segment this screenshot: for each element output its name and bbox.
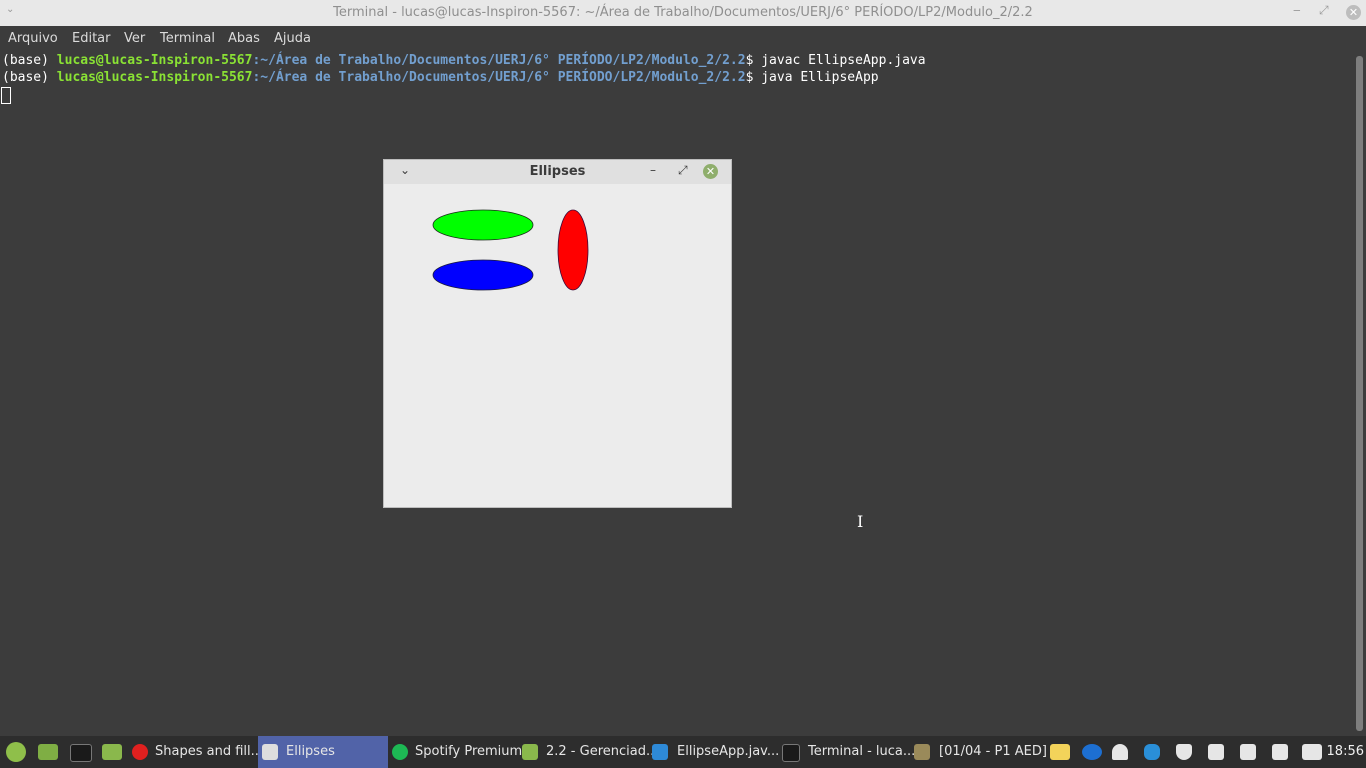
updates-icon[interactable] [1208, 744, 1224, 760]
taskbar-item-label: [01/04 - P1 AED] [939, 744, 1047, 759]
taskbar-item-terminal[interactable]: Terminal - luca... [778, 736, 915, 768]
notifications-icon[interactable] [1112, 744, 1128, 760]
blue-ellipse [432, 259, 534, 291]
taskbar-item-ellipses[interactable]: Ellipses [258, 736, 388, 768]
prompt-path: :~/Área de Trabalho/Documentos/UERJ/6° P… [252, 70, 746, 85]
terminal-line: (base) lucas@lucas-Inspiron-5567:~/Área … [2, 69, 879, 86]
menu-ajuda[interactable]: Ajuda [274, 26, 311, 52]
taskbar-item-folder[interactable]: 2.2 - Gerenciad... [518, 736, 658, 768]
conda-env: (base) [2, 53, 57, 68]
menu-ver[interactable]: Ver [124, 26, 145, 52]
files-launcher-icon[interactable] [102, 744, 122, 760]
minimize-button[interactable]: – [650, 163, 656, 177]
terminal-titlebar: ⌄ Terminal - lucas@lucas-Inspiron-5567: … [0, 0, 1366, 26]
window-title: Terminal - lucas@lucas-Inspiron-5567: ~/… [333, 5, 1033, 20]
taskbar-item-label: Terminal - luca... [808, 744, 916, 759]
shield-icon[interactable] [1176, 744, 1192, 760]
terminal-launcher-icon[interactable] [70, 744, 92, 762]
menu-icon[interactable] [6, 742, 26, 762]
menubar: Arquivo Editar Ver Terminal Abas Ajuda [0, 26, 1366, 52]
menu-terminal[interactable]: Terminal [160, 26, 215, 52]
terminal-scrollbar[interactable] [1356, 56, 1363, 731]
red-ellipse [557, 209, 589, 291]
vscode-icon [652, 744, 668, 760]
conda-env: (base) [2, 70, 57, 85]
taskbar-item-label: 2.2 - Gerenciad... [546, 744, 659, 759]
command-text: java EllipseApp [761, 70, 879, 85]
taskbar-item-label: Spotify Premium [415, 744, 523, 759]
terminal-icon [782, 744, 800, 762]
menu-editar[interactable]: Editar [72, 26, 111, 52]
taskbar: Shapes and fill... Ellipses Spotify Prem… [0, 736, 1366, 768]
text-cursor [1, 87, 11, 104]
java-icon [262, 744, 278, 760]
mouse-cursor: I [857, 512, 864, 531]
volume-icon[interactable] [1302, 744, 1322, 760]
show-desktop-icon[interactable] [38, 744, 58, 760]
clipboard-icon[interactable] [1272, 744, 1288, 760]
taskbar-item-document[interactable]: [01/04 - P1 AED] [908, 736, 1047, 768]
command-text: javac EllipseApp.java [761, 53, 926, 68]
maximize-button[interactable]: ⤢ [678, 163, 688, 178]
spotify-icon [392, 744, 408, 760]
close-button[interactable]: ✕ [1346, 5, 1361, 20]
prompt-path: :~/Área de Trabalho/Documentos/UERJ/6° P… [252, 53, 746, 68]
menu-arquivo[interactable]: Arquivo [8, 26, 58, 52]
clock[interactable]: 18:56 [1327, 736, 1364, 768]
bluetooth-icon[interactable] [1144, 744, 1160, 760]
prompt-user: lucas@lucas-Inspiron-5567 [56, 70, 253, 85]
prompt-symbol: $ [745, 70, 762, 85]
taskbar-item-label: Ellipses [286, 744, 335, 759]
terminal-line: (base) lucas@lucas-Inspiron-5567:~/Área … [2, 52, 926, 69]
taskbar-item-label: Shapes and fill... [155, 744, 264, 759]
menu-abas[interactable]: Abas [228, 26, 260, 52]
minimize-button[interactable]: ‒ [1293, 3, 1301, 17]
drawing-canvas [432, 209, 589, 291]
taskbar-item-spotify[interactable]: Spotify Premium [388, 736, 522, 768]
notes-icon[interactable] [1050, 744, 1070, 760]
ellipses-titlebar[interactable]: ⌄ Ellipses – ⤢ ✕ [384, 160, 731, 184]
close-button[interactable]: ✕ [703, 164, 718, 179]
document-icon [914, 744, 930, 760]
prompt-user: lucas@lucas-Inspiron-5567 [56, 53, 253, 68]
taskbar-item-vscode[interactable]: EllipseApp.jav... [648, 736, 780, 768]
taskbar-item-shapes[interactable]: Shapes and fill... [128, 736, 263, 768]
green-ellipse [432, 209, 534, 241]
workspace-icon[interactable] [1240, 744, 1256, 760]
hp-icon[interactable] [1082, 744, 1102, 760]
maximize-button[interactable]: ⤢ [1319, 3, 1329, 18]
folder-icon [522, 744, 538, 760]
taskbar-item-label: EllipseApp.jav... [677, 744, 780, 759]
ellipses-window: ⌄ Ellipses – ⤢ ✕ [383, 159, 732, 508]
opera-icon [132, 744, 148, 760]
prompt-symbol: $ [745, 53, 762, 68]
